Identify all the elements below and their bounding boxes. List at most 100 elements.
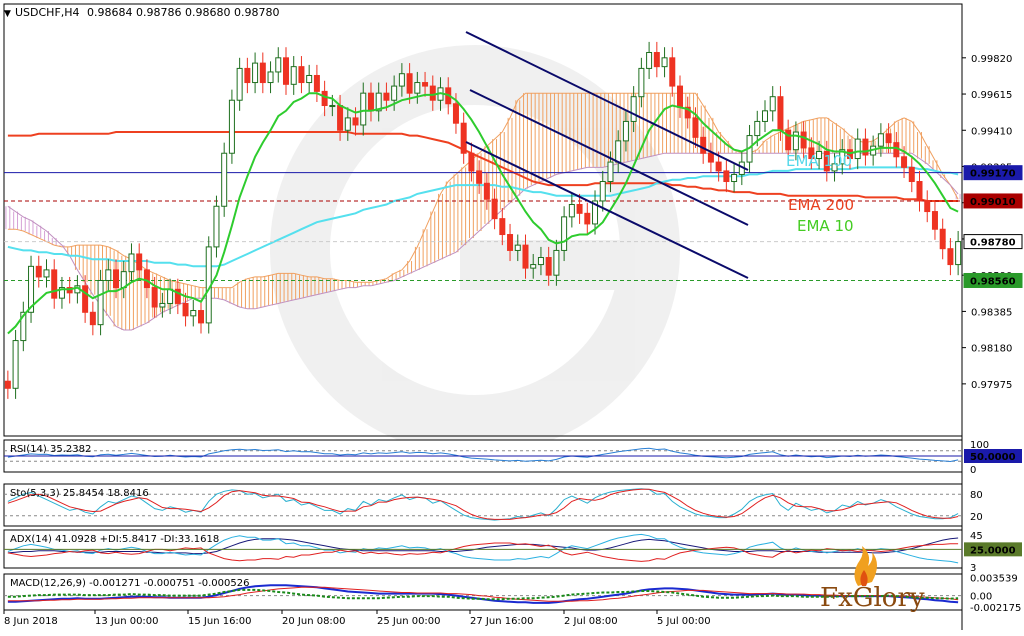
level-price-label: 0.99170	[970, 169, 1016, 180]
candle-body	[514, 244, 521, 251]
logo-text: FxGlory	[820, 583, 925, 613]
candle-body	[553, 249, 560, 276]
candle-body	[460, 122, 467, 154]
candle-body	[422, 82, 429, 87]
y-tick-label: 0.98385	[971, 307, 1012, 318]
candle-body	[607, 161, 614, 183]
candle-body	[507, 234, 514, 251]
macd-axis-bottom: -0.002175	[970, 603, 1021, 614]
candle-body	[182, 302, 189, 317]
candle-body	[275, 57, 282, 73]
ema-10-annotation: EMA 10	[797, 217, 854, 235]
candle-body	[35, 265, 42, 278]
candle-body	[82, 285, 89, 313]
rsi-axis-0: 0	[970, 465, 976, 476]
candle-body	[298, 66, 305, 84]
candle-body	[761, 110, 768, 122]
candle-body	[329, 105, 336, 108]
candle-body	[190, 310, 197, 317]
y-tick-label: 0.99615	[971, 90, 1012, 101]
candle-body	[128, 253, 135, 273]
candle-body	[622, 120, 629, 142]
x-tick-label: 13 Jun 00:00	[95, 616, 159, 627]
candle-body	[545, 257, 552, 276]
candle-body	[89, 311, 96, 326]
candle-body	[677, 85, 684, 108]
sto-axis-80: 80	[970, 490, 983, 501]
macd-axis-top: 0.003539	[970, 573, 1018, 584]
macd-label: MACD(12,26,9) -0.001271 -0.000751 -0.000…	[10, 578, 249, 589]
adx-label: ADX(14) 41.0928 +DI:5.8417 -DI:33.1618	[10, 534, 219, 545]
candle-body	[916, 181, 923, 202]
y-tick-label: 0.97975	[971, 380, 1012, 391]
candle-body	[499, 218, 506, 236]
macd-axis-zero: 0.00	[970, 592, 992, 603]
candle-body	[777, 96, 784, 131]
candle-body	[313, 74, 320, 92]
candle-body	[213, 205, 220, 248]
sto-axis-20: 20	[970, 512, 983, 523]
candle-body	[244, 67, 251, 84]
candle-body	[630, 96, 637, 122]
level-price-label: 0.99010	[970, 197, 1016, 208]
x-tick-label: 8 Jun 2018	[4, 616, 58, 627]
x-tick-label: 2 Jul 08:00	[564, 616, 618, 627]
candle-body	[414, 82, 421, 94]
x-tick-label: 20 Jun 08:00	[282, 616, 346, 627]
candle-body	[151, 287, 158, 308]
candle-body	[159, 302, 166, 308]
x-tick-label: 15 Jun 16:00	[188, 616, 252, 627]
candle-body	[901, 156, 908, 168]
candle-body	[561, 216, 568, 251]
candle-body	[143, 269, 150, 289]
candle-body	[267, 71, 274, 84]
candle-body	[12, 340, 19, 389]
candle-body	[947, 248, 954, 266]
candle-body	[321, 90, 328, 107]
chart-ohlc: 0.98684 0.98786 0.98680 0.98780	[87, 6, 279, 19]
chart-menu-icon[interactable]: ▼	[4, 9, 11, 19]
adx-level-label: 25.0000	[970, 545, 1016, 556]
ema-100-annotation: EMA 100	[786, 152, 852, 170]
candle-body	[198, 310, 205, 324]
candle-body	[383, 92, 390, 101]
candle-body	[885, 133, 892, 144]
candle-body	[707, 152, 714, 163]
candle-body	[769, 96, 776, 112]
candle-body	[908, 166, 915, 183]
x-tick-label: 27 Jun 16:00	[470, 616, 534, 627]
candle-body	[228, 99, 235, 154]
candle-body	[939, 228, 946, 250]
y-tick-label: 0.99410	[971, 126, 1012, 137]
candle-body	[306, 74, 313, 84]
candle-body	[646, 52, 653, 69]
candle-body	[615, 140, 622, 163]
candle-body	[862, 138, 869, 156]
candle-body	[391, 85, 398, 101]
chart-symbol: USDCHF,H4	[15, 6, 80, 19]
sto-label: Sto(5,3,3) 25.8454 18.8416	[10, 488, 149, 499]
candle-body	[344, 117, 351, 131]
candle-body	[576, 203, 583, 214]
candle-body	[754, 120, 761, 137]
candle-body	[398, 73, 405, 87]
candle-body	[290, 66, 297, 85]
candle-body	[476, 170, 483, 184]
candle-body	[406, 73, 413, 94]
candle-body	[167, 288, 174, 304]
candle-body	[931, 211, 938, 230]
candle-body	[259, 62, 266, 84]
x-tick-label: 5 Jul 00:00	[657, 616, 711, 627]
rsi-label: RSI(14) 35.2382	[10, 444, 91, 455]
candle-body	[584, 212, 591, 225]
candle-body	[537, 257, 544, 266]
candle-body	[136, 253, 143, 271]
candle-body	[924, 200, 931, 213]
candle-body	[653, 52, 660, 68]
candle-body	[599, 181, 606, 202]
level-price-label: 0.98780	[970, 238, 1016, 249]
candle-body	[800, 131, 807, 149]
candle-body	[43, 269, 50, 278]
watermark	[270, 45, 680, 455]
adx-axis-45: 45	[970, 531, 983, 542]
